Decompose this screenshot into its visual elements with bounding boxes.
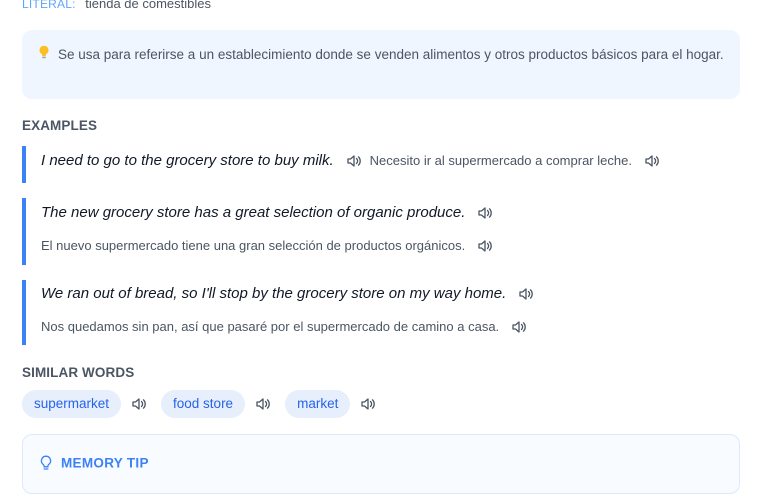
example-spanish: Necesito ir al supermercado a comprar le… [369,153,632,169]
usage-note-text: Se usa para referirse a un establecimien… [58,47,724,62]
lightbulb-outline-icon [39,455,53,471]
speaker-icon[interactable] [477,206,493,220]
usage-note: Se usa para referirse a un establecimien… [22,30,740,99]
lightbulb-icon [38,43,54,66]
example-spanish: Nos quedamos sin pan, así que pasaré por… [41,319,500,335]
speaker-icon[interactable] [511,320,527,334]
example-item: I need to go to the grocery store to buy… [22,146,668,183]
memory-tip-card: MEMORY TIP [22,434,740,494]
speaker-icon[interactable] [360,397,376,411]
example-spanish: El nuevo supermercado tiene una gran sel… [41,238,466,254]
speaker-icon[interactable] [346,154,362,168]
example-english: I need to go to the grocery store to buy… [41,152,334,170]
speaker-icon[interactable] [255,397,271,411]
memory-tip-title: MEMORY TIP [61,455,149,471]
similar-word-chip[interactable]: market [285,390,351,418]
examples-title: EXAMPLES [22,118,98,133]
example-item: The new grocery store has a great select… [22,198,501,265]
example-english: The new grocery store has a great select… [41,204,466,222]
similar-word-chip[interactable]: food store [161,390,246,418]
speaker-icon[interactable] [644,154,660,168]
speaker-icon[interactable] [477,239,493,253]
similar-words-list: supermarket food store market [22,390,390,418]
example-item: We ran out of bread, so I'll stop by the… [22,280,542,345]
example-english: We ran out of bread, so I'll stop by the… [41,285,507,303]
literal-label: LITERAL: [22,0,76,11]
speaker-icon[interactable] [518,287,534,301]
literal-row: LITERAL: tienda de comestibles [22,0,211,11]
literal-value: tienda de comestibles [85,0,211,11]
similar-word-chip[interactable]: supermarket [22,390,122,418]
speaker-icon[interactable] [131,397,147,411]
similar-words-title: SIMILAR WORDS [22,365,135,380]
